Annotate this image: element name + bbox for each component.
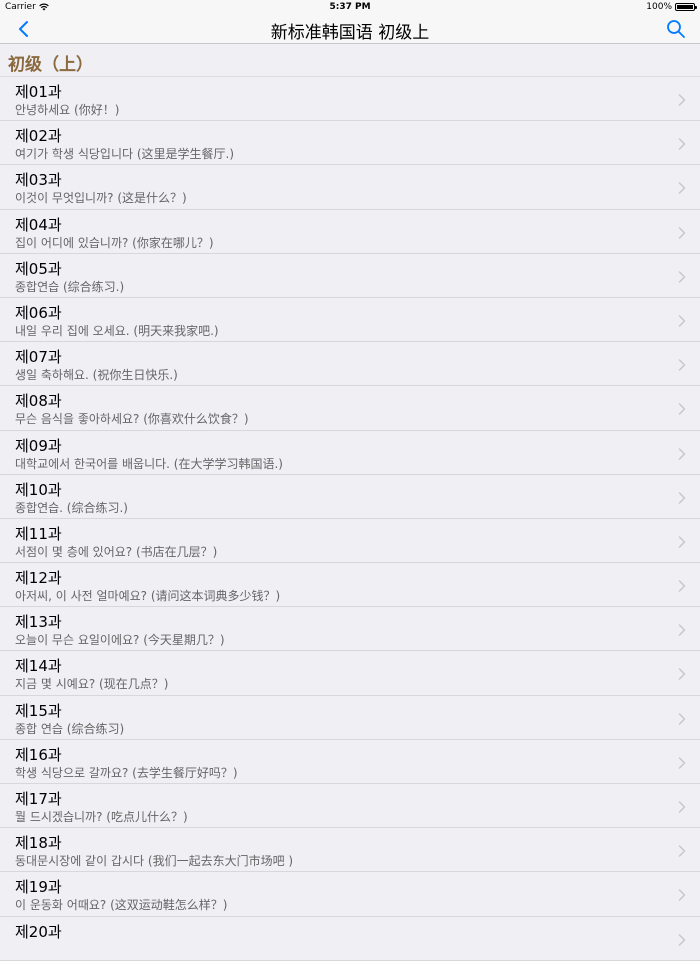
lesson-subtitle: 동대문시장에 같이 갑시다 (我们一起去东大门市场吧 ): [15, 854, 294, 869]
lesson-subtitle: 집이 어디에 있습니까? (你家在哪儿？): [15, 235, 214, 250]
list-item[interactable]: 제18과 동대문시장에 같이 갑시다 (我们一起去东大门市场吧 ): [0, 828, 700, 873]
chevron-right-icon: [678, 757, 686, 769]
lesson-title: 제06과: [15, 303, 62, 322]
lesson-title: 제15과: [15, 701, 62, 720]
chevron-right-icon: [678, 536, 686, 548]
chevron-right-icon: [678, 668, 686, 681]
lesson-title: 제07과: [15, 348, 62, 367]
lesson-title: 제04과: [15, 215, 62, 234]
list-item[interactable]: 제04과 집이 어디에 있습니까? (你家在哪儿？): [0, 210, 700, 254]
lesson-subtitle: 무슨 음식을 좋아하세요? (你喜欢什么饮食？): [15, 412, 249, 427]
lesson-title: 제19과: [15, 878, 62, 897]
list-item[interactable]: 제19과 이 운동화 어때요? (这双运动鞋怎么样？): [0, 872, 700, 917]
lesson-title: 제10과: [15, 480, 62, 499]
navigation-bar: 新标准韩国语 初级上: [0, 14, 700, 44]
list-item[interactable]: 제14과 지금 몇 시예요? (现在几点？): [0, 651, 700, 696]
chevron-right-icon: [678, 491, 686, 504]
list-item[interactable]: 제06과 내일 우리 집에 오세요. (明天来我家吧.): [0, 298, 700, 343]
chevron-right-icon: [678, 580, 686, 592]
lesson-subtitle: 이것이 무엇입니까? (这是什么？): [15, 191, 187, 206]
lesson-subtitle: 생일 축하해요. (祝你生日快乐.): [15, 368, 178, 383]
lesson-subtitle: 내일 우리 집에 오세요. (明天来我家吧.): [15, 323, 219, 338]
chevron-right-icon: [678, 138, 686, 150]
lesson-title: 제03과: [15, 171, 62, 190]
list-item[interactable]: 제11과 서점이 몇 층에 있어요? (书店在几层？): [0, 519, 700, 564]
lesson-subtitle: 종합 연습 (综合练习): [15, 721, 125, 736]
list-item[interactable]: 제16과 학생 식당으로 갈까요? (去学生餐厅好吗？): [0, 740, 700, 784]
list-item[interactable]: 제17과뭘 드시겠습니까? (吃点儿什么？): [0, 784, 700, 829]
lesson-title: 제01과: [15, 83, 62, 101]
chevron-right-icon: [678, 801, 686, 813]
status-bar: Carrier 5:37 PM 100%: [0, 0, 700, 14]
chevron-right-icon: [678, 712, 686, 725]
battery-icon: [675, 3, 697, 11]
lesson-title: 제14과: [15, 657, 62, 676]
lesson-subtitle: 뭘 드시겠습니까? (吃点儿什么？): [15, 810, 188, 824]
section-header: 初级（上）: [0, 44, 700, 77]
lesson-subtitle: 지금 몇 시예요? (现在几点？): [15, 677, 169, 692]
page-title: 新标准韩国语 初级上: [270, 23, 430, 43]
lesson-title: 제13과: [15, 613, 62, 632]
list-item[interactable]: 제10과 종합연습. (综合练习.): [0, 475, 700, 519]
lesson-subtitle: 종합연습 (综合练习.): [15, 279, 125, 294]
lesson-list: 제01과 안녕하세요 (你好！) 제02과 여기가 학생 식당입니다 (这里是学生餐厅…: [0, 77, 700, 961]
chevron-right-icon: [678, 845, 686, 857]
lesson-subtitle: 여기가 학생 식당입니다 (这里是学生餐厅.): [15, 147, 235, 162]
list-item[interactable]: 제09과 대학교에서 한국어를 배웁니다. (在大学学习韩国语.): [0, 431, 700, 475]
lesson-title: 제02과: [15, 127, 62, 146]
list-item[interactable]: 제03과 이것이 무엇입니까? (这是什么？): [0, 165, 700, 210]
lesson-title: 제11과: [15, 524, 62, 543]
lesson-title: 제12과: [15, 569, 62, 588]
battery-area: 100%: [646, 2, 697, 12]
chevron-right-icon: [678, 624, 686, 636]
lesson-subtitle: 종합연습. (综合练习.): [15, 500, 128, 515]
lesson-subtitle: 대학교에서 한국어를 배웁니다. (在大学学习韩国语.): [15, 456, 283, 471]
lesson-title: 제17과: [15, 790, 62, 808]
chevron-right-icon: [678, 933, 686, 946]
lesson-subtitle: 학생 식당으로 갈까요? (去学生餐厅好吗？): [15, 765, 238, 780]
chevron-right-icon: [678, 403, 686, 416]
chevron-right-icon: [678, 359, 686, 371]
list-item[interactable]: 제08과 무슨 음식을 좋아하세요? (你喜欢什么饮食？): [0, 386, 700, 431]
list-item[interactable]: 제20과: [0, 917, 700, 961]
lesson-title: 제20과: [15, 922, 62, 941]
search-icon[interactable]: [666, 19, 686, 39]
lesson-subtitle: 오늘이 무슨 요일이에요? (今天星期几？): [15, 633, 225, 648]
list-item[interactable]: 제05과 종합연습 (综合练习.): [0, 254, 700, 298]
lesson-title: 제08과: [15, 392, 62, 411]
chevron-right-icon: [678, 447, 686, 460]
list-item[interactable]: 제15과 종합 연습 (综合练习): [0, 696, 700, 740]
section-title: 初级（上）: [8, 55, 93, 75]
list-item[interactable]: 제12과 아저씨, 이 사전 얼마예요? (请问这本词典多少钱？): [0, 563, 700, 608]
chevron-right-icon: [678, 226, 686, 239]
lesson-subtitle: 아저씨, 이 사전 얼마예요? (请问这本词典多少钱？): [15, 589, 281, 604]
battery-percent: 100%: [646, 2, 672, 12]
lesson-subtitle: 서점이 몇 층에 있어요? (书店在几层？): [15, 544, 218, 559]
chevron-right-icon: [678, 889, 686, 902]
list-item[interactable]: 제02과 여기가 학생 식당입니다 (这里是学生餐厅.): [0, 121, 700, 166]
list-item[interactable]: 제13과 오늘이 무슨 요일이에요? (今天星期几？): [0, 607, 700, 652]
chevron-right-icon: [678, 182, 686, 195]
lesson-title: 제09과: [15, 436, 62, 455]
chevron-right-icon: [678, 315, 686, 327]
status-time: 5:37 PM: [329, 2, 371, 12]
lesson-subtitle: 안녕하세요 (你好！): [15, 103, 120, 117]
lesson-title: 제18과: [15, 834, 62, 853]
list-item[interactable]: 제07과 생일 축하해요. (祝你生日快乐.): [0, 342, 700, 387]
lesson-title: 제05과: [15, 259, 62, 278]
lesson-subtitle: 이 운동화 어때요? (这双运动鞋怎么样？): [15, 898, 228, 913]
chevron-right-icon: [678, 271, 686, 283]
lesson-title: 제16과: [15, 745, 62, 764]
list-item[interactable]: 제01과안녕하세요 (你好！): [0, 77, 700, 122]
chevron-right-icon: [678, 94, 686, 106]
